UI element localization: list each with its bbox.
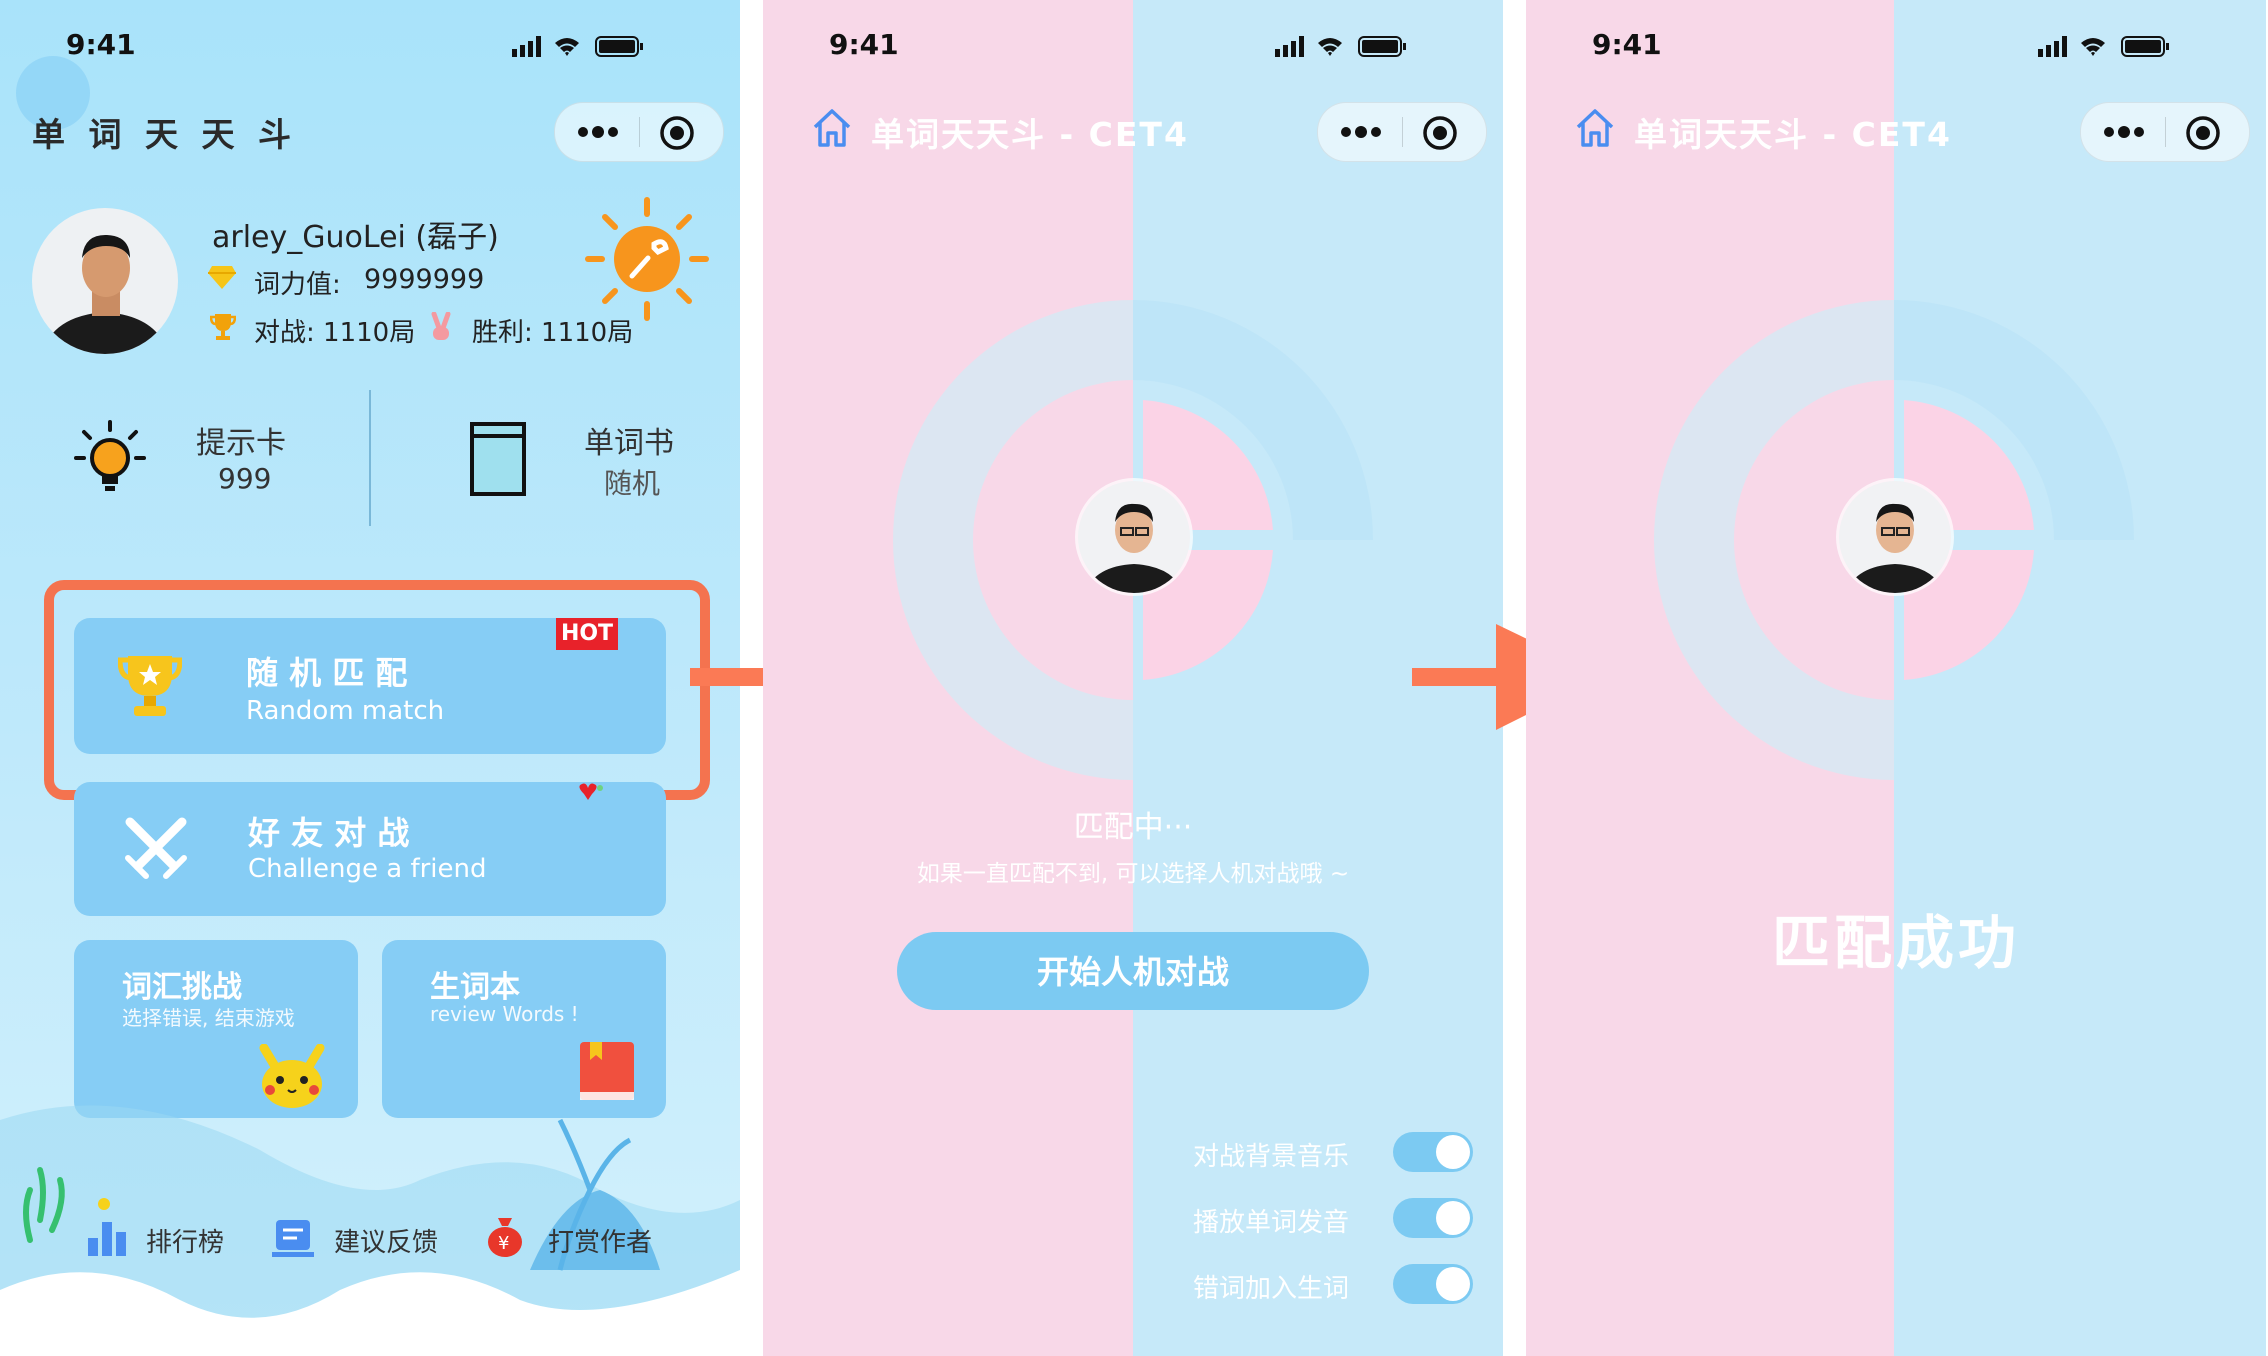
status-icons <box>2038 36 2169 57</box>
status-time: 9:41 <box>66 28 136 61</box>
diamond-icon <box>208 266 236 289</box>
toggle-wrongwords-label: 错词加入生词 <box>1193 1274 1350 1304</box>
vocab-challenge-subtitle: 选择错误, 结束游戏 <box>122 1006 295 1030</box>
nav-feedback[interactable]: 建议反馈 <box>334 1222 438 1259</box>
trophy-icon <box>118 656 182 716</box>
ranking-icon[interactable] <box>86 1218 128 1258</box>
nav-ranking[interactable]: 排行榜 <box>146 1222 224 1259</box>
money-bag-icon[interactable]: ¥ <box>486 1214 524 1258</box>
close-miniprogram-icon[interactable] <box>2185 115 2221 151</box>
svg-text:¥: ¥ <box>498 1233 509 1254</box>
vocab-challenge-title: 词汇挑战 <box>122 970 242 1005</box>
hint-card-value: 999 <box>218 462 272 495</box>
random-match-subtitle: Random match <box>246 696 445 726</box>
trophy-small-icon <box>210 314 236 340</box>
toggle-bgm-switch[interactable] <box>1393 1132 1473 1172</box>
home-icon[interactable] <box>1574 107 1616 149</box>
app-title: 单 词 天 天 斗 <box>32 115 297 154</box>
home-screen: 9:41 单 词 天 天 斗 arley_GuoLei (磊子) 词力值: 99… <box>0 0 740 1356</box>
player-avatar <box>1075 478 1193 596</box>
toggle-bgm-row: 对战背景音乐 <box>1193 1132 1483 1172</box>
heart-sparkle-icon <box>579 783 603 800</box>
review-words-title: 生词本 <box>430 970 520 1005</box>
status-icons <box>512 36 643 57</box>
battle-count: 对战: 1110局 <box>254 318 416 348</box>
matching-screen: 9:41 单词天天斗 - CET4 匹配中··· 如果一直匹配不到, 可以选择人… <box>763 0 1503 1356</box>
nav-reward-author[interactable]: 打赏作者 <box>548 1222 652 1259</box>
mini-capsule <box>554 102 724 162</box>
toggle-bgm-label: 对战背景音乐 <box>1193 1142 1350 1172</box>
match-success-screen: 9:41 单词天天斗 - CET4 匹配成功 <box>1526 0 2266 1356</box>
matching-status: 匹配中··· <box>1073 810 1193 845</box>
lightbulb-icon <box>74 420 146 491</box>
player-avatar <box>1836 478 1954 596</box>
toggle-pronounce-row: 播放单词发音 <box>1193 1198 1483 1238</box>
power-value: 9999999 <box>364 264 485 295</box>
review-words-subtitle: review Words ! <box>430 1002 579 1026</box>
close-miniprogram-icon[interactable] <box>1422 115 1458 151</box>
player-name: arley_GuoLei (磊子) <box>212 220 499 255</box>
random-match-button[interactable]: 随 机 匹 配 Random match HOT <box>74 618 666 754</box>
mini-capsule <box>2080 102 2250 162</box>
page-title: 单词天天斗 - CET4 <box>1634 115 1952 154</box>
victory-hand-icon <box>431 312 451 340</box>
more-icon[interactable] <box>573 117 623 147</box>
hint-card-label: 提示卡 <box>196 426 286 461</box>
hot-badge: HOT <box>556 618 618 650</box>
settings-sun-icon[interactable] <box>584 196 710 322</box>
book-icon[interactable] <box>468 420 528 498</box>
page-title: 单词天天斗 - CET4 <box>871 115 1189 154</box>
close-miniprogram-icon[interactable] <box>659 115 695 151</box>
random-match-title: 随 机 匹 配 <box>246 654 408 692</box>
toggle-pronounce-switch[interactable] <box>1393 1198 1473 1238</box>
status-icons <box>1275 36 1406 57</box>
home-icon[interactable] <box>811 107 853 149</box>
toggle-wrongwords-row: 错词加入生词 <box>1193 1264 1483 1304</box>
status-time: 9:41 <box>829 28 899 61</box>
feedback-icon[interactable] <box>272 1218 314 1258</box>
word-book-label: 单词书 <box>584 426 674 461</box>
friend-battle-subtitle: Challenge a friend <box>248 854 487 884</box>
crossed-swords-icon <box>125 817 187 879</box>
avatar[interactable] <box>32 208 178 354</box>
toggle-wrongwords-switch[interactable] <box>1393 1264 1473 1304</box>
start-ai-battle-button[interactable]: 开始人机对战 <box>897 932 1369 1010</box>
more-icon[interactable] <box>2099 117 2149 147</box>
stats-divider <box>369 390 371 526</box>
mini-capsule <box>1317 102 1487 162</box>
toggle-pronounce-label: 播放单词发音 <box>1193 1208 1350 1238</box>
more-icon[interactable] <box>1336 117 1386 147</box>
sea-decoration <box>0 1105 740 1356</box>
power-label: 词力值: <box>254 270 341 300</box>
friend-battle-title: 好 友 对 战 <box>248 814 410 852</box>
word-book-value: 随机 <box>604 467 661 500</box>
matching-hint: 如果一直匹配不到, 可以选择人机对战哦 ~ <box>916 861 1350 887</box>
status-time: 9:41 <box>1592 28 1662 61</box>
match-success-text: 匹配成功 <box>1771 909 2020 977</box>
